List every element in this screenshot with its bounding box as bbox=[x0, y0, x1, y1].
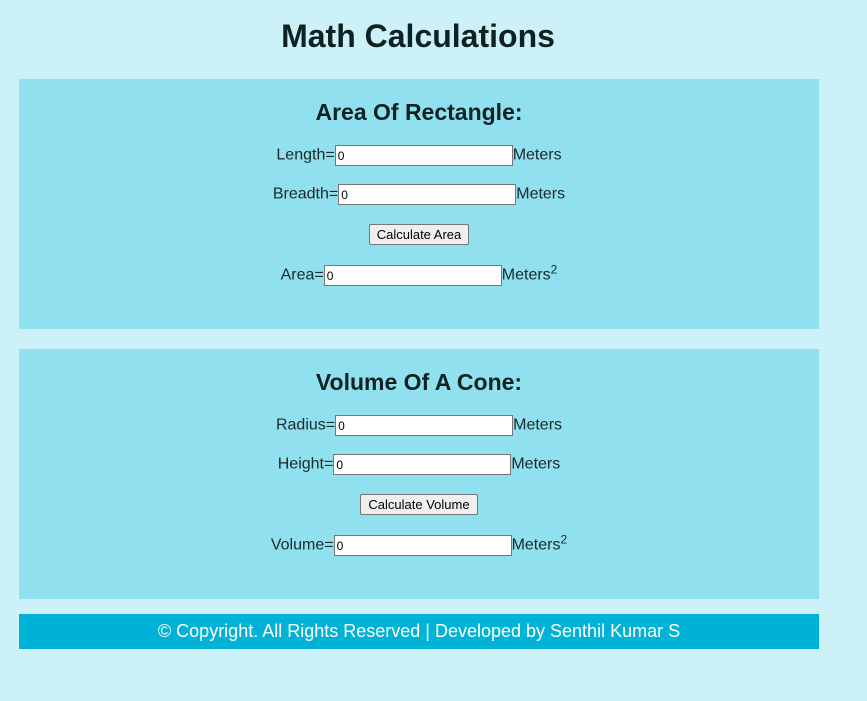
area-result-row: Area= Meters2 bbox=[19, 262, 819, 286]
page-title: Math Calculations bbox=[281, 18, 555, 54]
radius-row: Radius= Meters bbox=[19, 415, 819, 436]
footer: © Copyright. All Rights Reserved | Devel… bbox=[19, 614, 819, 649]
calculate-area-row: Calculate Area bbox=[19, 224, 819, 245]
cone-volume-panel: Volume Of A Cone: Radius= Meters Height= M… bbox=[19, 349, 819, 599]
length-row: Length= Meters bbox=[19, 145, 819, 166]
radius-unit: Meters bbox=[513, 416, 563, 434]
height-label: Height= bbox=[277, 455, 334, 473]
height-unit: Meters bbox=[511, 455, 561, 473]
volume-result-row: Volume= Meters2 bbox=[19, 532, 819, 556]
calculate-area-button[interactable]: Calculate Area bbox=[368, 224, 470, 245]
area-output[interactable] bbox=[323, 265, 502, 286]
cone-heading: Volume Of A Cone: bbox=[315, 369, 523, 395]
footer-text: © Copyright. All Rights Reserved | Devel… bbox=[157, 621, 681, 641]
breadth-unit: Meters bbox=[516, 185, 566, 203]
radius-label: Radius= bbox=[275, 416, 336, 434]
length-label: Length= bbox=[276, 146, 335, 164]
length-input[interactable] bbox=[334, 145, 513, 166]
radius-input[interactable] bbox=[335, 415, 514, 436]
breadth-row: Breadth= Meters bbox=[19, 184, 819, 205]
height-input[interactable] bbox=[333, 454, 512, 475]
area-unit: Meters bbox=[501, 266, 551, 284]
rectangle-heading: Area Of Rectangle: bbox=[315, 99, 523, 125]
area-label: Area= bbox=[280, 266, 324, 284]
rectangle-area-panel: Area Of Rectangle: Length= Meters Breadth… bbox=[19, 79, 819, 329]
volume-unit: Meters bbox=[511, 536, 561, 554]
breadth-label: Breadth= bbox=[272, 185, 339, 203]
calculate-volume-button[interactable]: Calculate Volume bbox=[360, 494, 478, 515]
length-unit: Meters bbox=[512, 146, 562, 164]
area-unit-exponent: 2 bbox=[550, 262, 558, 277]
volume-output[interactable] bbox=[333, 535, 512, 556]
volume-label: Volume= bbox=[270, 536, 334, 554]
height-row: Height= Meters bbox=[19, 454, 819, 475]
calculate-volume-row: Calculate Volume bbox=[19, 494, 819, 515]
volume-unit-exponent: 2 bbox=[560, 532, 568, 547]
breadth-input[interactable] bbox=[338, 184, 517, 205]
